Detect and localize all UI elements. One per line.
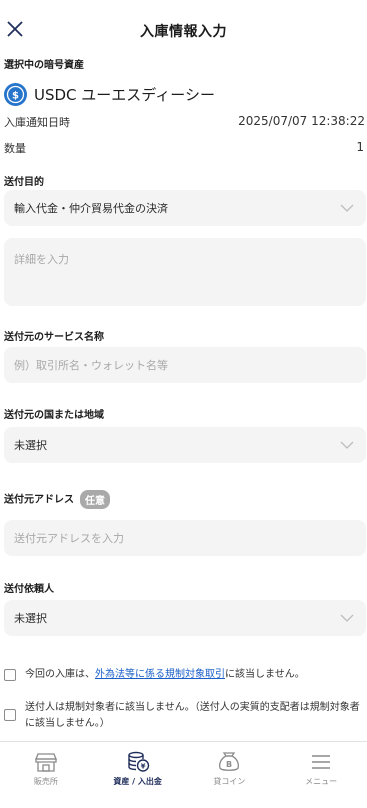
selected-asset: $ USDC ユーエスディーシー [4,82,215,106]
regulation-check-row: 今回の入庫は、外為法等に係る規制対象取引に該当しません。 [4,667,366,683]
nav-label-store: 販売所 [33,777,58,786]
service-name-placeholder: 例）取引所名・ウォレット名等 [14,359,168,372]
chevron-down-icon [340,441,354,449]
sender-check-row: 送付人は規制対象者に該当しません。（送付人の実質的支配者は規制対象者に該当しませ… [4,700,366,732]
country-select[interactable]: 未選択 [4,427,366,463]
chevron-down-icon [340,614,354,622]
address-label: 送付元アドレス [4,494,74,506]
regulated-transaction-link[interactable]: 外為法等に係る規制対象取引 [95,669,225,680]
country-label: 送付元の国または地域 [4,410,104,421]
asset-name: USDC ユーエスディーシー [34,85,215,104]
store-icon [34,753,57,772]
purpose-detail-placeholder: 詳細を入力 [14,253,69,266]
regulation-text-suffix: に該当しません。 [225,669,305,680]
svg-text:B: B [226,760,232,769]
nav-item-assets[interactable]: ¥ 資産 / 入出金 [92,742,184,808]
purpose-label: 送付目的 [4,177,44,188]
purpose-select[interactable]: 輸入代金・仲介貿易代金の決済 [4,190,366,226]
notification-datetime-value: 2025/07/07 12:38:22 [238,114,365,128]
service-name-label: 送付元のサービス名称 [4,332,104,343]
selected-asset-label: 選択中の暗号資産 [4,60,84,71]
header: 入庫情報入力 [0,0,367,50]
sender-check-text: 送付人は規制対象者に該当しません。（送付人の実質的支配者は規制対象者に該当しませ… [25,702,360,729]
nav-label-menu: メニュー [305,777,338,786]
address-label-row: 送付元アドレス 任意 [4,490,110,509]
nav-label-assets: 資産 / 入出金 [113,777,162,786]
nav-item-menu[interactable]: メニュー [275,742,367,808]
notification-datetime-label: 入庫通知日時 [4,116,70,129]
coins-deposit-icon: ¥ [127,751,149,772]
regulation-check-text: 今回の入庫は、外為法等に係る規制対象取引に該当しません。 [25,667,305,683]
purpose-detail-textarea[interactable]: 詳細を入力 [4,238,366,306]
requester-select[interactable]: 未選択 [4,600,366,636]
quantity-value: 1 [356,140,364,154]
page-title: 入庫情報入力 [140,24,227,40]
sender-checkbox[interactable] [4,709,16,721]
nav-item-lend-coin[interactable]: B 貸コイン [184,742,276,808]
address-placeholder: 送付元アドレスを入力 [14,532,124,545]
service-name-input[interactable]: 例）取引所名・ウォレット名等 [4,347,366,383]
regulation-text-prefix: 今回の入庫は、 [25,669,95,680]
hamburger-menu-icon [312,755,331,769]
svg-text:$: $ [12,90,19,101]
chevron-down-icon [340,204,354,212]
quantity-label: 数量 [4,142,26,155]
address-input[interactable]: 送付元アドレスを入力 [4,520,366,556]
purpose-selected-value: 輸入代金・仲介貿易代金の決済 [14,202,168,215]
optional-badge: 任意 [80,490,110,509]
nav-label-lend-coin: 貸コイン [213,777,246,786]
usdc-coin-icon: $ [4,82,27,106]
regulation-checkbox[interactable] [4,669,16,681]
requester-label: 送付依頼人 [4,584,54,595]
country-selected-value: 未選択 [14,439,47,452]
bottom-navigation: 販売所 ¥ 資産 / 入出金 B 貸コイン メニュー [0,741,367,808]
requester-selected-value: 未選択 [14,612,47,625]
svg-text:¥: ¥ [140,763,145,771]
nav-item-store[interactable]: 販売所 [0,742,92,808]
lend-coin-icon: B [219,752,240,771]
